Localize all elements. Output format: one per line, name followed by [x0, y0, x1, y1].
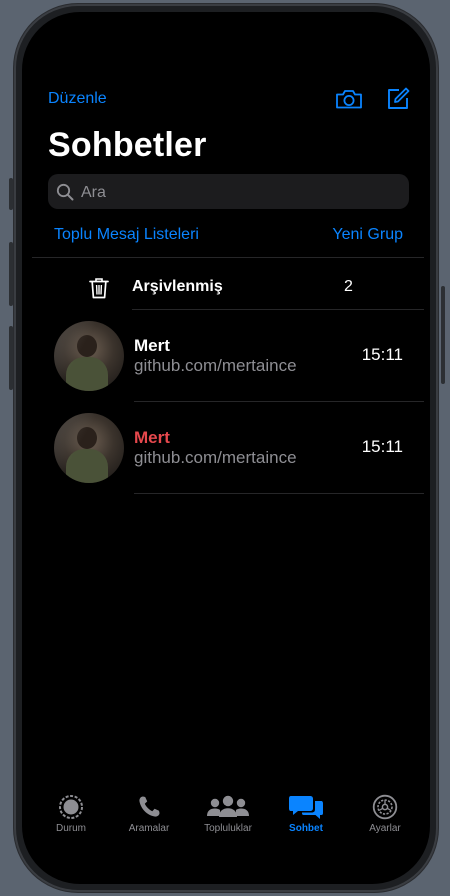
- search-icon: [56, 183, 74, 201]
- status-icon: [59, 795, 83, 819]
- tab-label: Aramalar: [128, 823, 170, 834]
- power-button: [441, 286, 445, 384]
- tab-label: Topluluklar: [204, 823, 252, 834]
- chat-name: Mert: [134, 428, 170, 447]
- phone-icon: [139, 796, 160, 817]
- tab-settings[interactable]: Ayarlar: [350, 794, 420, 850]
- search-input[interactable]: [79, 174, 403, 211]
- chat-name: Mert: [134, 336, 170, 355]
- trash-icon: [89, 278, 109, 299]
- settings-icon: [372, 794, 398, 820]
- tab-status[interactable]: Durum: [36, 794, 106, 850]
- chat-time: 15:11: [361, 437, 403, 456]
- compose-icon[interactable]: [386, 87, 410, 111]
- avatar[interactable]: [54, 413, 124, 483]
- archived-label: Arşivlenmiş: [132, 278, 223, 295]
- chats-icon: [289, 796, 323, 819]
- tab-communities[interactable]: Topluluklar: [193, 794, 263, 850]
- broadcast-lists-link[interactable]: Toplu Mesaj Listeleri: [54, 226, 199, 244]
- avatar[interactable]: [54, 321, 124, 391]
- mute-switch: [9, 178, 13, 210]
- chat-time: 15:11: [361, 345, 403, 364]
- volume-up-button: [9, 242, 13, 306]
- tab-chats[interactable]: Sohbet: [271, 794, 341, 850]
- tab-calls[interactable]: Aramalar: [114, 794, 184, 850]
- search-bar[interactable]: [48, 174, 409, 211]
- new-group-link[interactable]: Yeni Grup: [332, 226, 403, 244]
- chat-row[interactable]: Mert github.com/mertaince 15:11: [22, 310, 430, 402]
- chat-row[interactable]: Mert github.com/mertaince 15:11: [22, 402, 430, 494]
- edit-button[interactable]: Düzenle: [48, 90, 107, 108]
- page-title: Sohbetler: [48, 126, 207, 164]
- tab-bar: Durum Aramalar Topluluklar Sohbet Ayarla…: [22, 794, 430, 854]
- archived-row[interactable]: Arşivlenmiş 2: [32, 262, 422, 312]
- archived-count: 2: [344, 278, 353, 295]
- tab-label: Sohbet: [289, 823, 323, 834]
- chat-preview: github.com/mertaince: [134, 448, 297, 467]
- chat-preview: github.com/mertaince: [134, 356, 297, 375]
- screen: Düzenle Sohbetler Toplu Mesaj Listeleri …: [22, 12, 430, 884]
- volume-down-button: [9, 326, 13, 390]
- camera-icon[interactable]: [335, 88, 363, 110]
- tab-label: Ayarlar: [369, 823, 401, 834]
- tab-label: Durum: [55, 823, 86, 834]
- divider: [32, 257, 424, 258]
- communities-icon: [207, 795, 249, 817]
- divider: [134, 493, 424, 494]
